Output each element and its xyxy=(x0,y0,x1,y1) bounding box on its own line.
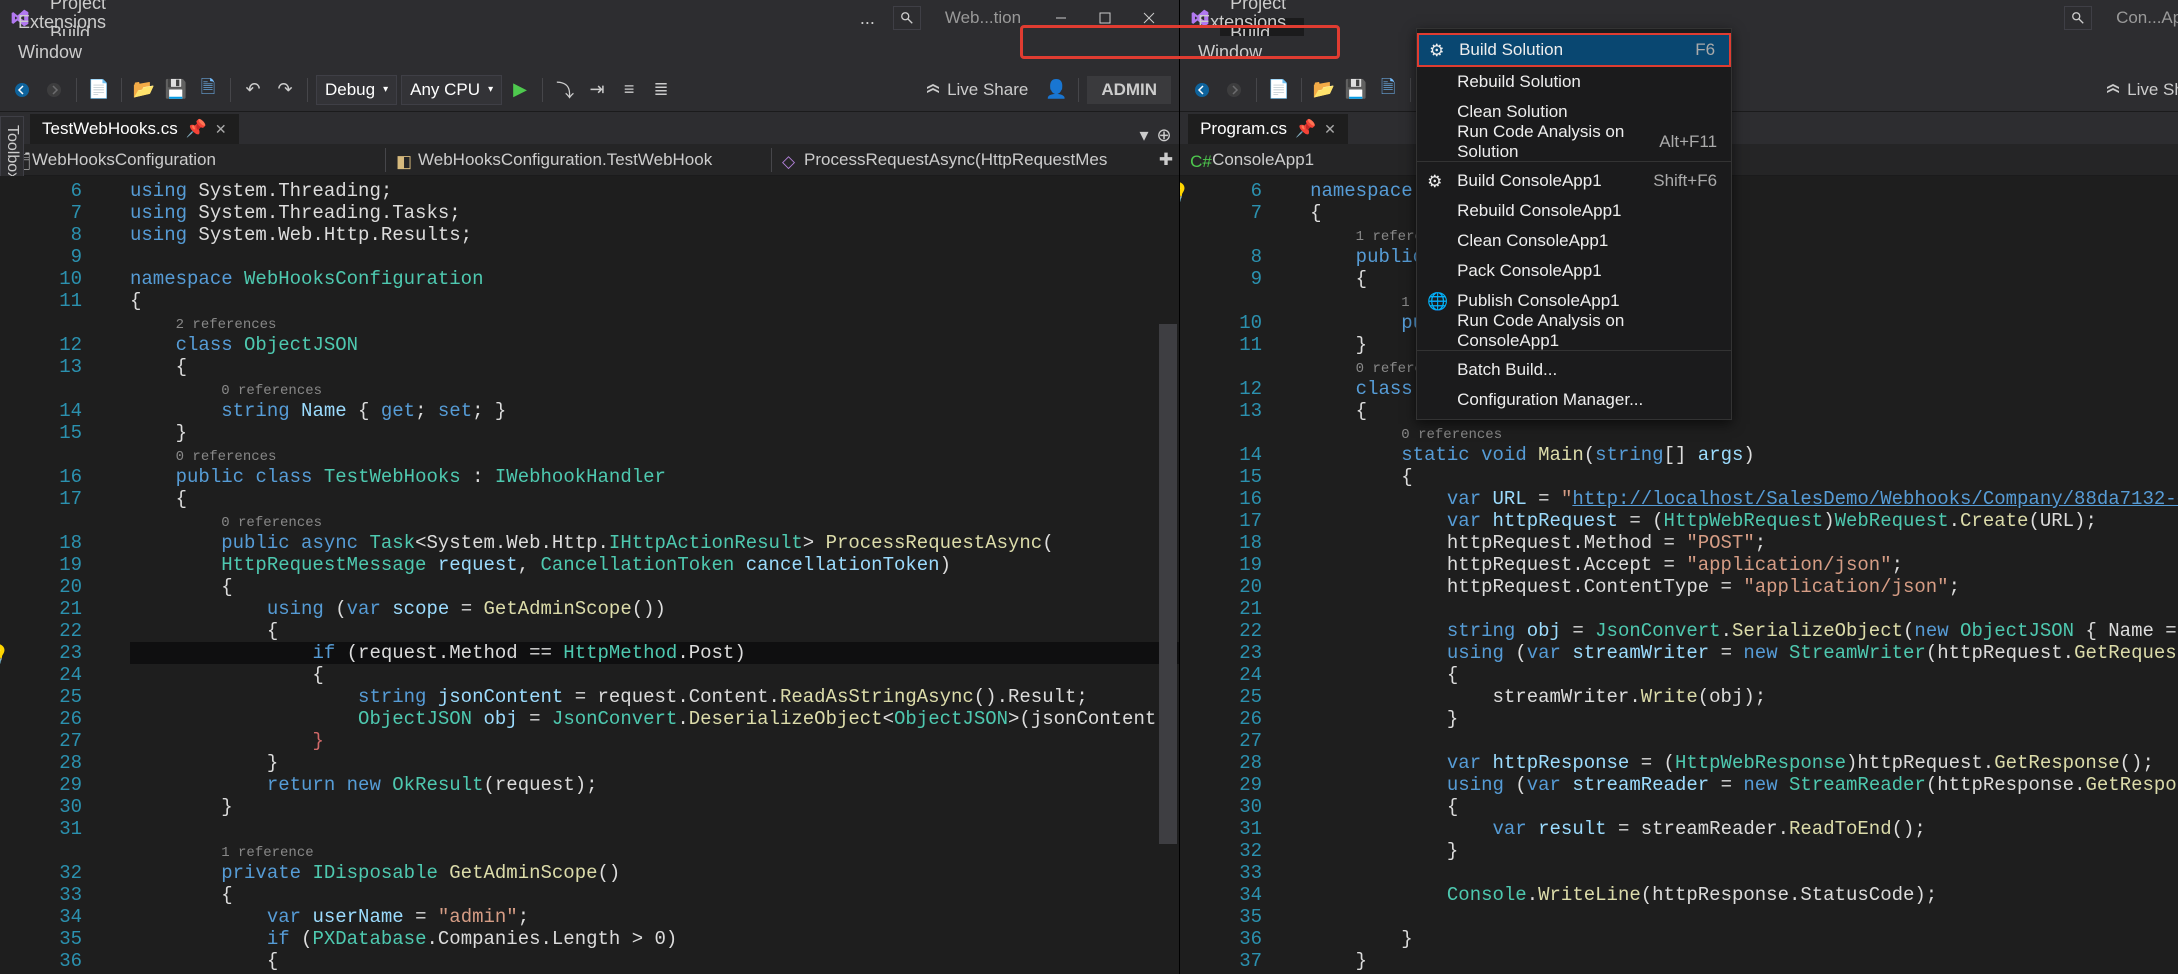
tab-maximize-icon[interactable]: ⊕ xyxy=(1155,126,1173,144)
minimize-button[interactable] xyxy=(1039,3,1083,33)
tab-label: TestWebHooks.cs xyxy=(42,119,178,139)
nav-method[interactable]: ◇ProcessRequestAsync(HttpRequestMes xyxy=(776,150,1153,170)
close-tab-icon[interactable]: ✕ xyxy=(215,121,227,138)
build-menu-dropdown: ⚙Build SolutionF6Rebuild SolutionClean S… xyxy=(1416,28,1732,420)
save-all-icon[interactable]: 🗎 xyxy=(194,76,222,104)
class-icon: ◧ xyxy=(396,152,412,168)
save-icon[interactable]: 💾 xyxy=(1342,76,1370,104)
nav-back-icon[interactable] xyxy=(8,76,36,104)
nav-fwd-icon[interactable] xyxy=(40,76,68,104)
window-title: Con...App1 xyxy=(2100,8,2178,28)
menu-extensions[interactable]: Extensions xyxy=(8,7,116,37)
pin-icon[interactable]: 📌 xyxy=(186,119,207,139)
left-menubar: FileEditViewGitProjectBuildDebugTestAnal… xyxy=(0,0,1179,36)
csharp-icon: C# xyxy=(1190,152,1206,168)
menu-item-pack-consoleapp1[interactable]: Pack ConsoleApp1 xyxy=(1417,256,1731,286)
menu-item-clean-consoleapp1[interactable]: Clean ConsoleApp1 xyxy=(1417,226,1731,256)
save-all-icon[interactable]: 🗎 xyxy=(1374,76,1402,104)
nav-fwd-icon[interactable] xyxy=(1220,76,1248,104)
menu-item-rebuild-consoleapp1[interactable]: Rebuild ConsoleApp1 xyxy=(1417,196,1731,226)
platform-dropdown[interactable]: Any CPU▾ xyxy=(401,75,502,105)
build-icon: ⚙ xyxy=(1427,172,1445,190)
maximize-button[interactable] xyxy=(1083,3,1127,33)
step-over-icon[interactable]: ⤵ xyxy=(551,76,579,104)
new-project-icon[interactable]: 📄 xyxy=(1265,76,1293,104)
close-button[interactable] xyxy=(1127,3,1171,33)
redo-icon[interactable]: ↷ xyxy=(271,76,299,104)
method-icon: ◇ xyxy=(782,152,798,168)
menu-window[interactable]: Window xyxy=(1188,37,1296,67)
menu-item-build-solution[interactable]: ⚙Build SolutionF6 xyxy=(1417,33,1731,67)
menu-item-batch-build-[interactable]: Batch Build... xyxy=(1417,355,1731,385)
outdent-icon[interactable]: ≡ xyxy=(615,76,643,104)
menu-item-run-code-analysis-on-solution[interactable]: Run Code Analysis on SolutionAlt+F11 xyxy=(1417,127,1731,157)
nav-namespace[interactable]: C#ConsoleApp1 xyxy=(1184,150,1320,170)
indent-icon[interactable]: ≣ xyxy=(647,76,675,104)
config-dropdown[interactable]: Debug▾ xyxy=(316,75,397,105)
overflow-menu[interactable]: ... xyxy=(850,3,885,33)
search-button[interactable] xyxy=(2064,6,2092,30)
scrollbar[interactable] xyxy=(1159,324,1177,844)
close-tab-icon[interactable]: ✕ xyxy=(1324,121,1336,138)
tab-dropdown-icon[interactable]: ▾ xyxy=(1135,126,1153,144)
left-menubar-row2: ExtensionsWindowHelp xyxy=(0,36,1179,68)
right-window: FileEditViewGitProjectBuildDebugTestAnal… xyxy=(1180,0,2178,974)
live-share-button[interactable]: Live Share xyxy=(2095,80,2178,100)
nav-namespace[interactable]: 🗂WebHooksConfiguration xyxy=(4,150,381,170)
pin-icon[interactable]: 📌 xyxy=(1295,119,1316,139)
save-icon[interactable]: 💾 xyxy=(162,76,190,104)
menu-item-configuration-manager-[interactable]: Configuration Manager... xyxy=(1417,385,1731,415)
nav-class[interactable]: ◧WebHooksConfiguration.TestWebHook xyxy=(390,150,767,170)
nav-back-icon[interactable] xyxy=(1188,76,1216,104)
new-project-icon[interactable]: 📄 xyxy=(85,76,113,104)
tab-label: Program.cs xyxy=(1200,119,1287,139)
left-tab-row: TestWebHooks.cs 📌 ✕ ▾ ⊕ xyxy=(0,112,1179,144)
feedback-icon[interactable]: 👤 xyxy=(1042,76,1070,104)
live-share-button[interactable]: Live Share xyxy=(915,80,1038,100)
search-button[interactable] xyxy=(893,6,921,30)
split-editor-icon[interactable]: ✚ xyxy=(1157,151,1175,169)
tab-testwebhooks[interactable]: TestWebHooks.cs 📌 ✕ xyxy=(30,114,239,144)
menu-extensions[interactable]: Extensions xyxy=(1188,7,1296,37)
open-icon[interactable]: 📂 xyxy=(1310,76,1338,104)
menu-item-rebuild-solution[interactable]: Rebuild Solution xyxy=(1417,67,1731,97)
tab-program[interactable]: Program.cs 📌 ✕ xyxy=(1188,114,1348,144)
left-toolbar: 📄 📂 💾 🗎 ↶ ↷ Debug▾ Any CPU▾ ▶ ⤵ ⇥ ≡ ≣ Li… xyxy=(0,68,1179,112)
admin-badge: ADMIN xyxy=(1087,76,1171,104)
undo-icon[interactable]: ↶ xyxy=(239,76,267,104)
window-title: Web...tion xyxy=(929,8,1037,28)
start-button[interactable]: ▶ xyxy=(506,76,534,104)
menu-item-run-code-analysis-on-consoleapp1[interactable]: Run Code Analysis on ConsoleApp1 xyxy=(1417,316,1731,346)
menu-item-build-consoleapp1[interactable]: ⚙Build ConsoleApp1Shift+F6 xyxy=(1417,166,1731,196)
step-into-icon[interactable]: ⇥ xyxy=(583,76,611,104)
left-editor[interactable]: 67891011121314151617181920212223💡2425262… xyxy=(0,176,1179,974)
left-window: FileEditViewGitProjectBuildDebugTestAnal… xyxy=(0,0,1180,974)
menu-window[interactable]: Window xyxy=(8,37,116,67)
left-nav-bar: 🗂WebHooksConfiguration ◧WebHooksConfigur… xyxy=(0,144,1179,176)
publish-icon: 🌐 xyxy=(1427,292,1445,310)
open-icon[interactable]: 📂 xyxy=(130,76,158,104)
build-icon: ⚙ xyxy=(1429,41,1447,59)
